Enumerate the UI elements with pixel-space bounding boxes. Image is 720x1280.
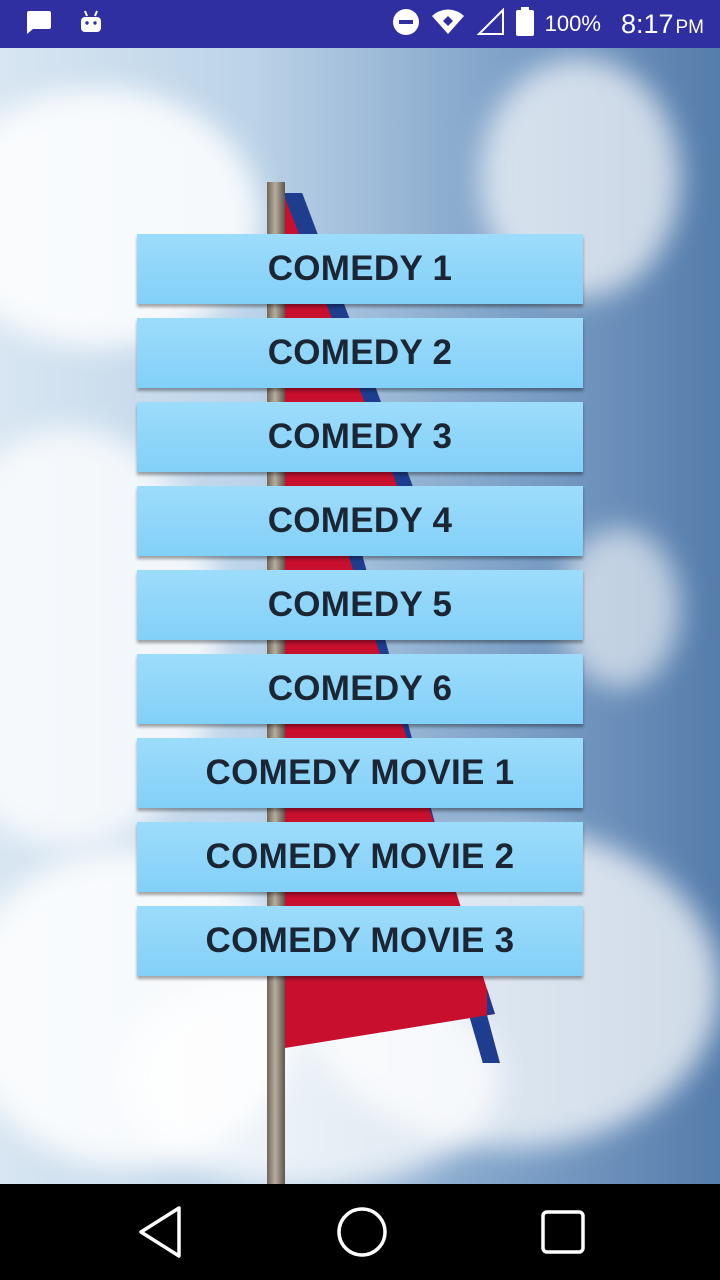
status-bar: 100% 8:17 PM — [0, 0, 720, 48]
comedy-movie-1-button[interactable]: COMEDY MOVIE 1 — [137, 738, 583, 808]
comedy-menu: COMEDY 1 COMEDY 2 COMEDY 3 COMEDY 4 COME… — [137, 234, 583, 976]
signal-icon — [475, 7, 505, 41]
clock-ampm: PM — [675, 16, 705, 38]
battery-percentage: 100% — [544, 11, 601, 36]
comedy-movie-3-button[interactable]: COMEDY MOVIE 3 — [137, 906, 583, 976]
comedy-1-button[interactable]: COMEDY 1 — [137, 234, 583, 304]
comedy-2-button[interactable]: COMEDY 2 — [137, 318, 583, 388]
comedy-movie-2-button[interactable]: COMEDY MOVIE 2 — [137, 822, 583, 892]
wifi-icon — [431, 8, 465, 41]
back-icon[interactable] — [132, 1204, 188, 1260]
comedy-3-button[interactable]: COMEDY 3 — [137, 402, 583, 472]
comedy-6-button[interactable]: COMEDY 6 — [137, 654, 583, 724]
battery-icon — [515, 6, 535, 42]
recents-icon[interactable] — [535, 1204, 591, 1260]
do-not-disturb-icon — [391, 7, 421, 42]
comedy-5-button[interactable]: COMEDY 5 — [137, 570, 583, 640]
android-icon — [78, 9, 104, 40]
home-icon[interactable] — [334, 1204, 390, 1260]
message-icon — [24, 9, 52, 40]
clock-time: 8:17 — [620, 8, 674, 39]
comedy-4-button[interactable]: COMEDY 4 — [137, 486, 583, 556]
navigation-bar — [0, 1184, 720, 1280]
